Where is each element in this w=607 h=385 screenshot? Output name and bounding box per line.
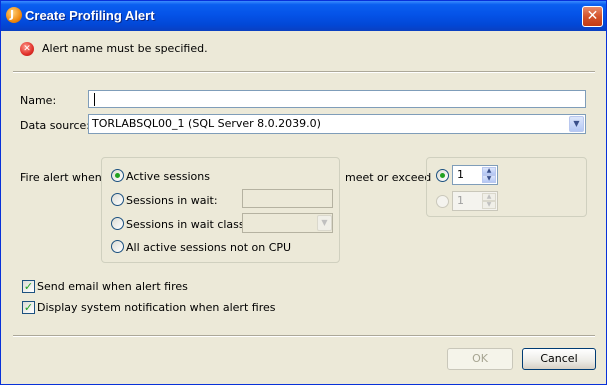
wait-class-select: ▼ [242,213,333,233]
app-icon: J [6,7,22,23]
threshold-group [426,157,587,217]
threshold-value: 1 [457,168,464,181]
ok-button[interactable]: OK [447,348,513,370]
threshold-spinner-alt: 1 ▲ ▼ [452,191,498,211]
data-source-value: TORLABSQL00_1 (SQL Server 8.0.2039.0) [92,117,321,130]
send-email-label: Send email when alert fires [37,280,188,293]
system-notification-checkbox[interactable]: ✓ [22,301,35,314]
data-source-label: Data source: [20,119,90,132]
separator [13,335,595,337]
window-title: Create Profiling Alert [25,8,155,23]
chevron-down-icon[interactable]: ▼ [569,116,584,132]
radio-threshold-value[interactable] [436,169,449,182]
threshold-spinner[interactable]: 1 ▲ ▼ [452,165,498,185]
spinner-down-icon: ▼ [482,201,496,209]
fire-alert-label: Fire alert when [20,171,102,184]
system-notification-label: Display system notification when alert f… [37,301,276,314]
spinner-up-icon: ▲ [482,193,496,201]
separator [13,71,595,73]
threshold-alt-value: 1 [457,194,464,207]
radio-sessions-in-wait[interactable] [111,193,124,206]
option-sessions-in-wait: Sessions in wait: [126,194,218,207]
radio-threshold-alt [436,195,449,208]
error-message: Alert name must be specified. [42,42,208,55]
name-label: Name: [20,94,57,107]
name-input[interactable] [88,90,586,108]
error-icon: ✕ [20,42,34,56]
chevron-down-icon: ▼ [317,215,332,231]
radio-sessions-in-wait-class[interactable] [111,217,124,230]
send-email-checkbox[interactable]: ✓ [22,280,35,293]
option-all-active-not-on-cpu: All active sessions not on CPU [126,241,292,254]
spinner-up-icon[interactable]: ▲ [482,167,496,175]
meet-or-exceed-label: meet or exceed [345,171,432,184]
option-active-sessions: Active sessions [126,170,210,183]
dialog-window: J Create Profiling Alert ✕ ✕ Alert name … [0,0,607,385]
radio-all-active-not-on-cpu[interactable] [111,240,124,253]
wait-event-field [242,189,333,208]
spinner-down-icon[interactable]: ▼ [482,175,496,183]
option-sessions-in-wait-class: Sessions in wait class: [126,218,249,231]
text-caret [94,93,95,106]
title-bar[interactable]: J Create Profiling Alert ✕ [1,1,606,31]
close-button[interactable]: ✕ [582,6,603,27]
cancel-button[interactable]: Cancel [522,348,596,370]
data-source-select[interactable]: TORLABSQL00_1 (SQL Server 8.0.2039.0) ▼ [88,114,586,134]
radio-active-sessions[interactable] [111,169,124,182]
